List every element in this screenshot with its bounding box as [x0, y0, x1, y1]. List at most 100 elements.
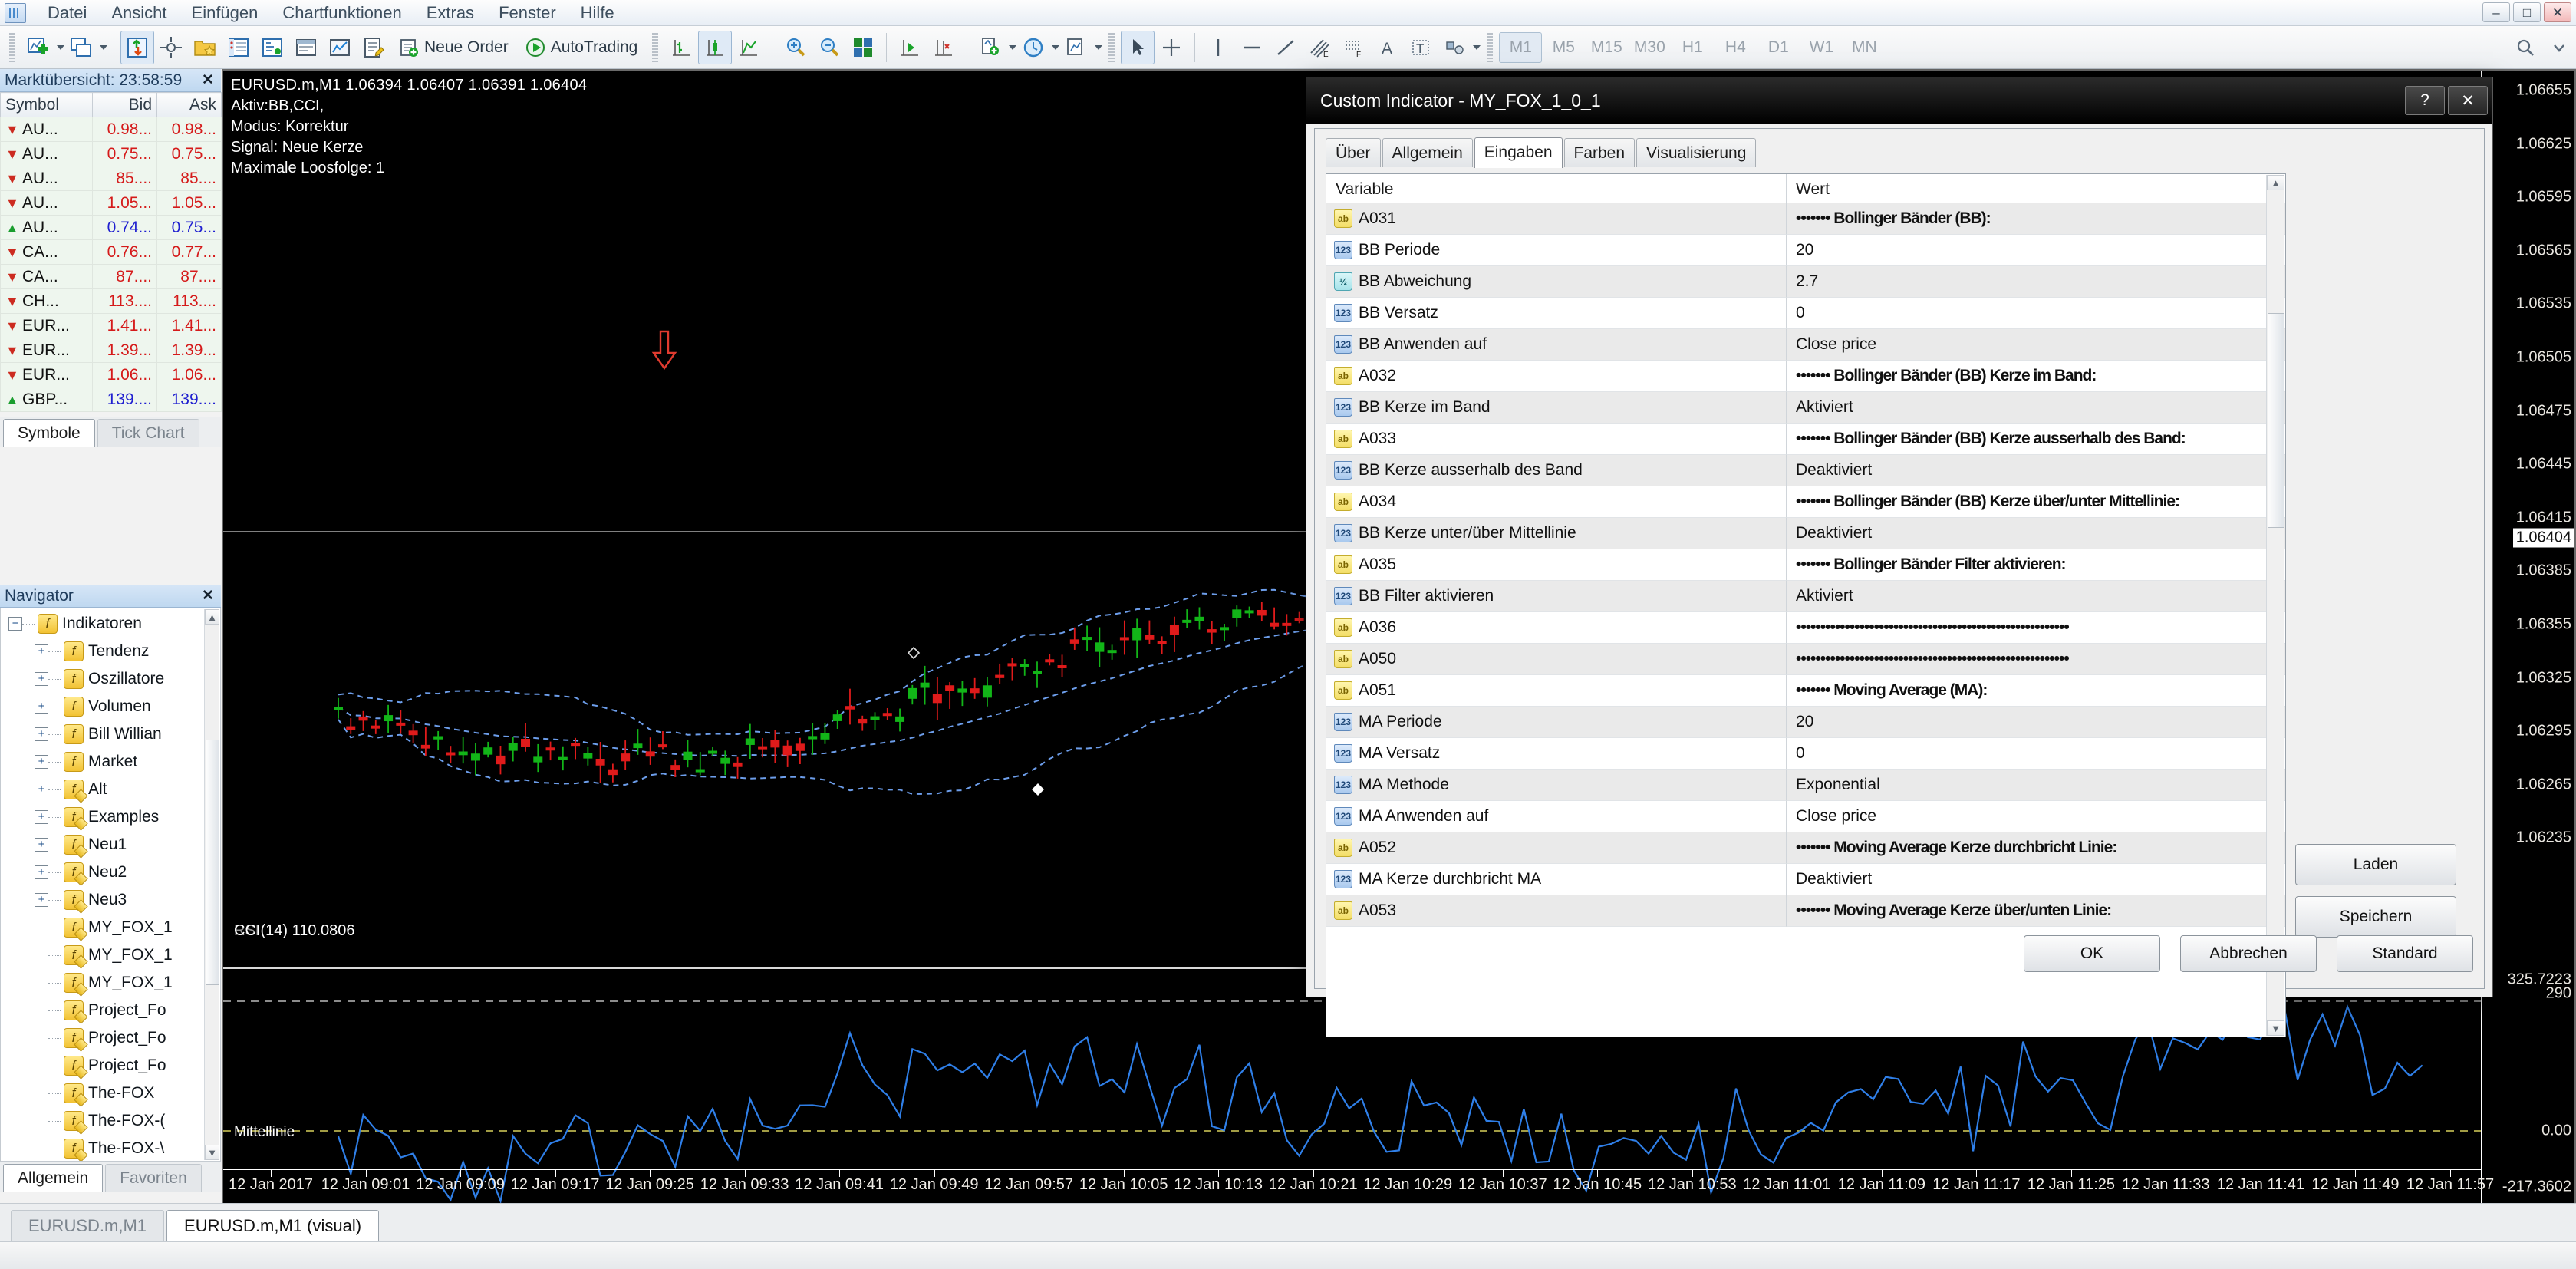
grid-cell-value[interactable]: ••••••• Bollinger Bänder Filter aktivier… [1787, 549, 2285, 581]
nav-item-tendenz[interactable]: + f Tendenz [1, 638, 220, 665]
close-button[interactable]: ✕ [2544, 2, 2571, 22]
metaeditor-icon[interactable] [357, 31, 390, 64]
dialog-close-button[interactable]: ✕ [2448, 86, 2488, 115]
expand-icon[interactable]: + [35, 727, 48, 741]
grid-row[interactable]: ab A031 ••••••• Bollinger Bänder (BB): [1326, 203, 2285, 235]
zoom-out-icon[interactable] [812, 31, 846, 64]
cursor-icon[interactable] [1121, 30, 1155, 64]
indicators-dropdown-icon[interactable] [1009, 44, 1017, 50]
equidistant-channel-icon[interactable]: E [1303, 31, 1336, 64]
grid-cell-value[interactable]: ••••••• Moving Average (MA): [1787, 675, 2285, 707]
grid-row[interactable]: 123 BB Anwenden auf Close price [1326, 329, 2285, 361]
period-dropdown-icon[interactable] [1052, 44, 1060, 50]
new-chart-icon[interactable] [21, 31, 55, 64]
trendline-icon[interactable] [1269, 31, 1303, 64]
grid-row[interactable]: ab A050 ••••••••••••••••••••••••••••••••••… [1326, 644, 2285, 675]
grid-row[interactable]: ab A034 ••••••• Bollinger Bänder (BB) Kerz… [1326, 486, 2285, 518]
table-row[interactable]: ▼ AU... 1.05... 1.05... [0, 190, 222, 216]
expand-icon[interactable]: + [35, 865, 48, 879]
grid-row[interactable]: 123 BB Kerze ausserhalb des Band Deaktivie… [1326, 455, 2285, 486]
auto-scroll-icon[interactable] [927, 31, 960, 64]
menu-extras[interactable]: Extras [414, 0, 486, 26]
chart-window-dropdown-icon[interactable] [100, 44, 107, 50]
terminal-icon[interactable] [289, 31, 323, 64]
grid-row[interactable]: ab A051 ••••••• Moving Average (MA): [1326, 675, 2285, 707]
grid-row[interactable]: 123 MA Anwenden auf Close price [1326, 801, 2285, 832]
maximize-button[interactable]: □ [2513, 2, 2541, 22]
grid-row[interactable]: 123 MA Versatz 0 [1326, 738, 2285, 770]
data-window-icon[interactable] [222, 31, 255, 64]
tab-farben[interactable]: Farben [1563, 138, 1636, 167]
grid-cell-value[interactable]: ••••••• Bollinger Bänder (BB) Kerze über… [1787, 486, 2285, 518]
grid-cell-value[interactable]: ••••••• Moving Average Kerze durchbricht… [1787, 832, 2285, 864]
autotrading-button[interactable]: AutoTrading [517, 31, 647, 64]
chart-tab-eurusd[interactable]: EURUSD.m,M1 [11, 1210, 165, 1241]
nav-item-volumen[interactable]: + f Volumen [1, 693, 220, 720]
inputs-grid[interactable]: Variable Wert ab A031 ••••••• Bollinger Bä… [1326, 173, 2286, 1037]
nav-item-project-fo[interactable]: f Project_Fo [1, 1024, 220, 1052]
nav-item-the-fox[interactable]: f The-FOX [1, 1079, 220, 1107]
toolbar-grip-3[interactable] [1108, 32, 1116, 62]
favorites-folder-icon[interactable] [188, 31, 222, 64]
expand-icon[interactable]: + [35, 700, 48, 714]
minimize-button[interactable]: – [2482, 2, 2510, 22]
timeframe-m30[interactable]: M30 [1628, 32, 1671, 63]
navigator-icon[interactable] [255, 31, 289, 64]
help-button[interactable]: ? [2405, 86, 2445, 115]
grid-cell-value[interactable]: 0 [1787, 298, 2285, 329]
timeframe-m1[interactable]: M1 [1499, 31, 1543, 63]
grid-cell-value[interactable]: ••••••••••••••••••••••••••••••••••••••••… [1787, 644, 2285, 675]
grid-cell-value[interactable]: 20 [1787, 707, 2285, 738]
grid-row[interactable]: 123 BB Versatz 0 [1326, 298, 2285, 329]
column-symbol[interactable]: Symbol [0, 92, 93, 117]
nav-item-market[interactable]: + f Market [1, 748, 220, 776]
grid-row[interactable]: ab A053 ••••••• Moving Average Kerze über/… [1326, 895, 2285, 927]
grid-column-wert[interactable]: Wert [1787, 174, 2285, 203]
grid-cell-value[interactable]: Aktiviert [1787, 581, 2285, 612]
horizontal-line-icon[interactable] [1235, 31, 1269, 64]
bar-chart-icon[interactable] [664, 31, 698, 64]
new-chart-dropdown-icon[interactable] [57, 44, 64, 50]
tile-windows-icon[interactable] [846, 31, 880, 64]
close-icon[interactable]: ✕ [199, 587, 216, 605]
timeframe-w1[interactable]: W1 [1800, 32, 1843, 63]
expand-icon[interactable]: + [35, 783, 48, 796]
grid-cell-value[interactable]: 0 [1787, 738, 2285, 770]
default-button[interactable]: Standard [2337, 935, 2473, 972]
scrollbar-thumb[interactable] [206, 740, 219, 985]
table-row[interactable]: ▼ EUR... 1.06... 1.06... [0, 362, 222, 387]
grid-cell-value[interactable]: ••••••• Bollinger Bänder (BB) Kerze im B… [1787, 361, 2285, 392]
menu-fenster[interactable]: Fenster [486, 0, 568, 26]
column-bid[interactable]: Bid [92, 92, 157, 117]
tab-symbole[interactable]: Symbole [3, 419, 95, 447]
toolbar-grip[interactable] [8, 32, 16, 62]
expand-icon[interactable]: + [35, 838, 48, 852]
grid-cell-value[interactable]: Aktiviert [1787, 392, 2285, 424]
grid-row[interactable]: ab A036 ••••••••••••••••••••••••••••••••••… [1326, 612, 2285, 644]
scroll-down-icon[interactable]: ▼ [205, 1145, 219, 1160]
grid-row[interactable]: ab A052 ••••••• Moving Average Kerze durch… [1326, 832, 2285, 864]
timeframe-d1[interactable]: D1 [1757, 32, 1800, 63]
strategy-tester-icon[interactable] [323, 31, 357, 64]
custom-indicator-dialog[interactable]: Custom Indicator - MY_FOX_1_0_1 ? ✕ Über… [1306, 77, 2493, 1037]
timeframe-h1[interactable]: H1 [1671, 32, 1714, 63]
grid-cell-value[interactable]: Deaktiviert [1787, 864, 2285, 895]
text-object-icon[interactable]: T [1404, 31, 1438, 64]
navigator-tree[interactable]: − f Indikatoren + f Tendenz + f Oszillatore + f Vol… [0, 608, 221, 1162]
table-row[interactable]: ▼ AU... 0.75... 0.75... [0, 141, 222, 166]
indicators-add-icon[interactable] [973, 31, 1007, 64]
expand-icon[interactable]: + [35, 893, 48, 907]
nav-item-bill-willian[interactable]: + f Bill Willian [1, 720, 220, 748]
load-button[interactable]: Laden [2295, 844, 2456, 885]
table-row[interactable]: ▲ GBP... 139.... 139.... [0, 387, 222, 412]
nav-item-alt[interactable]: + f Alt [1, 776, 220, 803]
shapes-icon[interactable] [1438, 31, 1471, 64]
tab-visualisierung[interactable]: Visualisierung [1636, 138, 1757, 167]
crosshair-icon[interactable] [154, 31, 188, 64]
expand-icon[interactable]: + [35, 810, 48, 824]
grid-row[interactable]: 123 BB Kerze unter/über Mittellinie Deakti… [1326, 518, 2285, 549]
nav-item-my-fox-1[interactable]: f MY_FOX_1 [1, 969, 220, 997]
toolbar-grip-2[interactable] [651, 32, 660, 62]
menu-hilfe[interactable]: Hilfe [568, 0, 627, 26]
nav-item-my-fox-1[interactable]: f MY_FOX_1 [1, 941, 220, 969]
